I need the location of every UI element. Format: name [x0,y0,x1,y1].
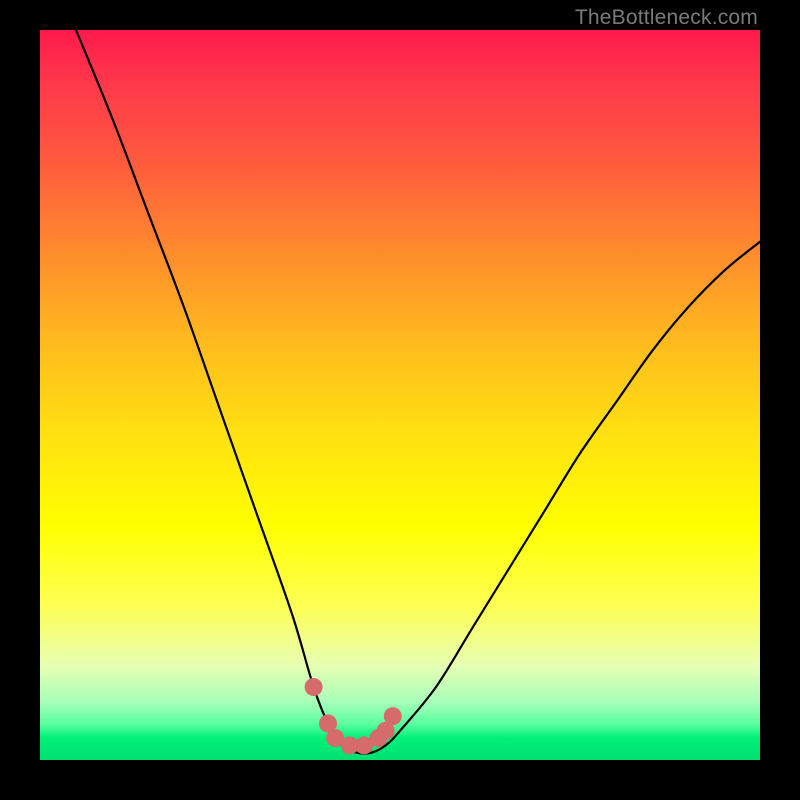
highlight-dot [305,678,323,696]
plot-area [40,30,760,760]
highlight-dot [384,707,402,725]
chart-svg [40,30,760,760]
bottleneck-curve [76,30,760,754]
chart-canvas: TheBottleneck.com [0,0,800,800]
watermark-text: TheBottleneck.com [575,6,758,30]
